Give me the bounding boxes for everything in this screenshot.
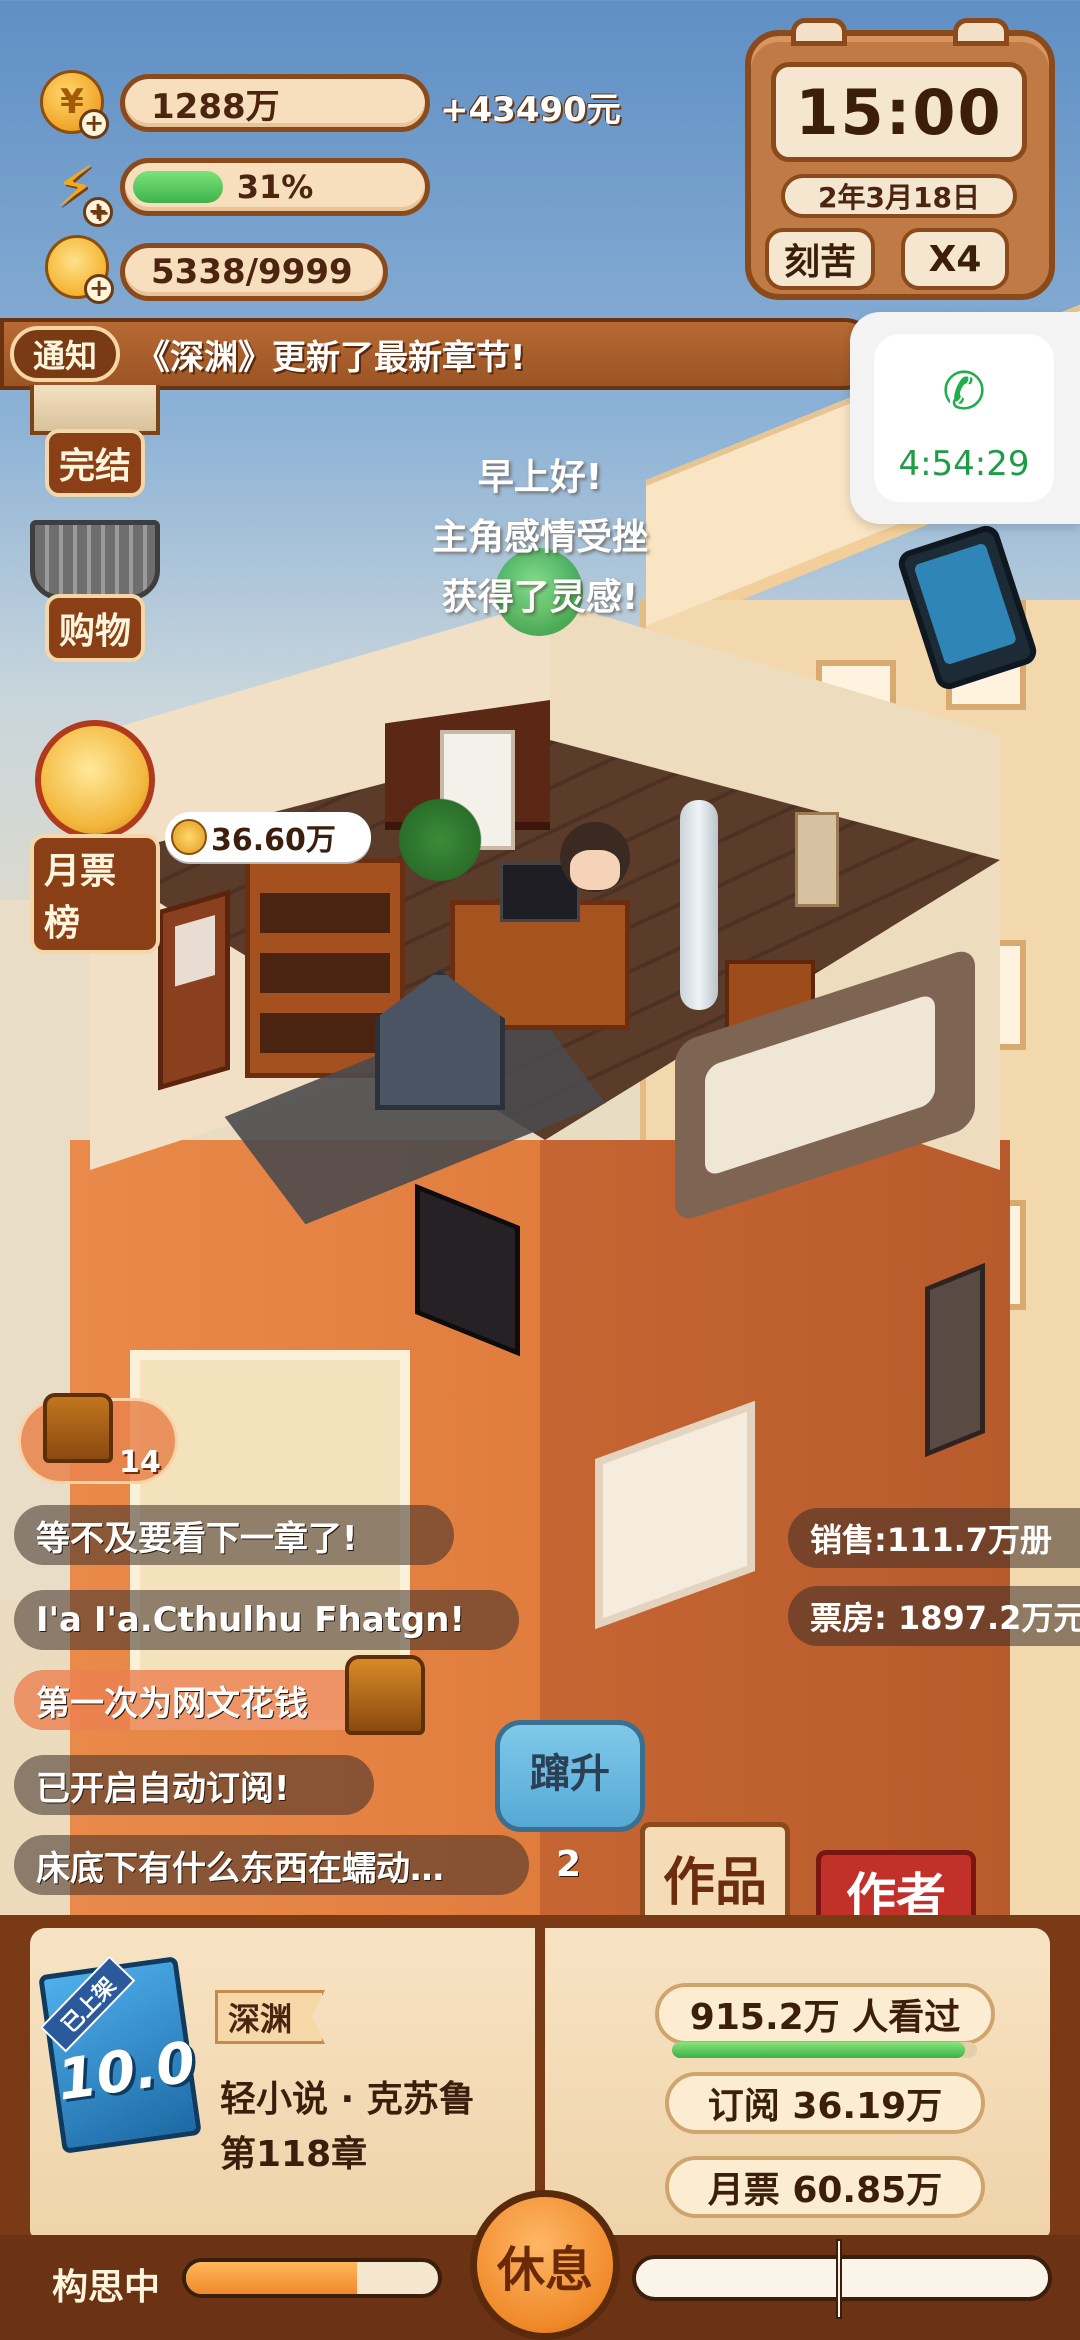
rank-value-bubble: 36.60万 (165, 812, 371, 862)
game-date: 2年3月18日 (781, 174, 1017, 218)
tab-works[interactable]: 作品 (640, 1822, 790, 1927)
writing-progress-bar (632, 2239, 1052, 2319)
rise-button[interactable]: 蹿升 (495, 1720, 645, 1832)
notification-tag: 通知 (10, 326, 120, 382)
wall-poster (795, 812, 839, 907)
clock-ear-right (953, 18, 1009, 46)
treasure-chest-icon[interactable] (345, 1655, 425, 1735)
thinking-progress-bar (182, 2258, 442, 2298)
notification-text: 《深渊》更新了最新章节! (136, 337, 526, 378)
clock-ear-left (791, 18, 847, 46)
event-greeting: 早上好! (477, 457, 603, 498)
tower-fan (680, 800, 718, 1010)
views-stat: 915.2万 人看过 (655, 1983, 995, 2045)
energy-bolt-icon[interactable]: ⚡ + (45, 155, 113, 227)
treasure-chest-button[interactable]: 14 (18, 1393, 178, 1484)
rank-label: 月票榜 (30, 834, 160, 954)
finish-button[interactable]: 完结 (30, 385, 160, 497)
reader-comment: I'a I'a.Cthulhu Fhatgn! (14, 1590, 519, 1650)
medal-icon (35, 720, 155, 840)
finish-label: 完结 (44, 429, 145, 497)
phone-call-card[interactable]: ✆ 4:54:29 (850, 312, 1080, 524)
house-side-door (925, 1262, 985, 1458)
room-door[interactable] (158, 889, 230, 1091)
novel-chapter: 第118章 (220, 2134, 368, 2175)
box-office: 票房: 1897.2万元 (788, 1586, 1080, 1646)
reader-comment: 等不及要看下一章了! (14, 1505, 454, 1565)
chest-count: 14 (119, 1445, 161, 1480)
diligent-button[interactable]: 刻苦 (765, 228, 875, 290)
phone-icon: ✆ (942, 362, 986, 422)
novel-title: 深渊 (215, 1990, 325, 2044)
thinking-label: 构思中 (52, 2267, 161, 2308)
coin-icon (171, 819, 207, 855)
reader-comment: 已开启自动订阅! (14, 1755, 374, 1815)
idea-bulb-icon[interactable]: + (45, 235, 114, 304)
monthly-ticket-rank-button[interactable]: 月票榜 (30, 720, 160, 954)
ideas-counter: 5338/9999 (120, 243, 388, 301)
views-progress-fill (672, 2042, 965, 2058)
notification-banner[interactable]: 通知 《深渊》更新了最新章节! (0, 318, 880, 390)
coin-icon[interactable]: ¥ + (40, 70, 109, 139)
income-rate: +43490元 (440, 90, 621, 130)
call-timer: 4:54:29 (898, 444, 1030, 484)
thinking-progress-fill (186, 2262, 358, 2294)
progress-marker (836, 2239, 842, 2319)
rank-value: 36.60万 (211, 823, 336, 858)
shop-label: 购物 (44, 594, 145, 662)
potted-plant (390, 795, 490, 885)
reader-comment: 床底下有什么东西在蠕动… (14, 1835, 529, 1895)
coins-counter: 1288万 (120, 74, 430, 132)
views-progress-bar (672, 2042, 977, 2058)
event-reward: 获得了灵感! (441, 577, 639, 618)
author-character[interactable] (570, 850, 620, 890)
rest-button[interactable]: 休息 (470, 2190, 620, 2340)
shopping-basket-icon (30, 520, 160, 600)
book-stack-icon (30, 385, 160, 435)
treasure-chest-icon (43, 1393, 113, 1463)
novel-genre: 轻小说 · 克苏鲁 (220, 2079, 475, 2120)
novel-cover[interactable]: 已上架 10.0 (38, 1955, 202, 2154)
comment-count: 2 (556, 1844, 582, 1885)
subscriptions-stat: 订阅 36.19万 (665, 2072, 985, 2134)
shop-button[interactable]: 购物 (30, 520, 160, 662)
speed-button[interactable]: X4 (901, 228, 1009, 290)
clock-panel: 15:00 2年3月18日 刻苦 X4 (745, 18, 1055, 300)
monthly-tickets-stat: 月票 60.85万 (665, 2156, 985, 2218)
sales-count: 销售:111.7万册 (788, 1508, 1080, 1568)
energy-bar: 31% (120, 158, 430, 216)
event-description: 主角感情受挫 (431, 517, 648, 558)
game-time: 15:00 (771, 62, 1027, 162)
energy-percent: 31% (236, 168, 314, 206)
